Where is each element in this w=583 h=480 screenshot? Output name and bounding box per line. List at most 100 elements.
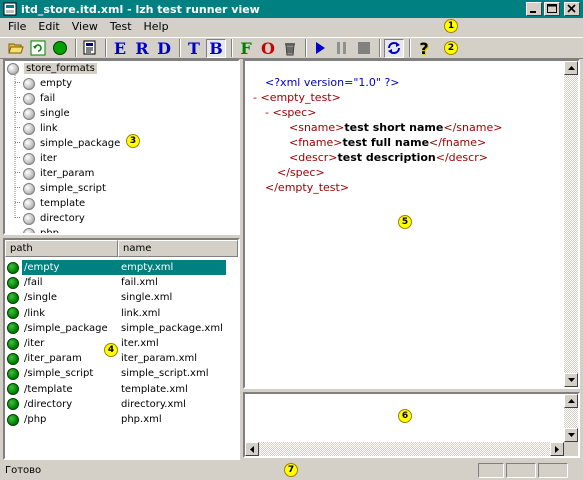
- output-horizontal-scrollbar[interactable]: [245, 442, 564, 456]
- collapse-toggle[interactable]: -: [265, 106, 269, 119]
- node-icon: [7, 62, 19, 75]
- refresh-button[interactable]: [28, 39, 48, 58]
- node-icon: [23, 107, 35, 120]
- e-button[interactable]: E: [110, 39, 130, 58]
- tree-item[interactable]: link: [23, 121, 58, 136]
- table-row[interactable]: /directory directory.xml: [7, 397, 226, 412]
- pause-icon: [337, 42, 346, 54]
- close-icon: [567, 4, 576, 13]
- node-icon: [23, 122, 35, 135]
- path-cell: /simple_script: [24, 368, 94, 380]
- r-button[interactable]: R: [132, 39, 152, 58]
- node-icon: [23, 77, 35, 90]
- f-button[interactable]: F: [236, 39, 256, 58]
- table-row[interactable]: /simple_script simple_script.xml: [7, 366, 226, 381]
- tree-item-label: directory: [40, 213, 85, 224]
- table-row[interactable]: /link link.xml: [7, 306, 226, 321]
- loop-button[interactable]: [384, 38, 404, 58]
- app-icon: [3, 2, 17, 16]
- name-cell: simple_script.xml: [121, 368, 209, 380]
- menu-bar: File Edit View Test Help: [0, 18, 583, 36]
- table-row[interactable]: /single single.xml: [7, 290, 226, 305]
- column-header-name[interactable]: name: [118, 240, 238, 257]
- minimize-button[interactable]: [526, 2, 542, 16]
- tree-item[interactable]: iter_param: [23, 166, 94, 181]
- tree-item[interactable]: fail: [23, 91, 55, 106]
- name-cell: template.xml: [121, 383, 188, 395]
- arrow-right-icon: [555, 445, 559, 453]
- menu-file[interactable]: File: [2, 19, 32, 35]
- scroll-up-button[interactable]: [564, 394, 578, 408]
- tree-item-label: link: [40, 123, 58, 134]
- status-pane: [538, 462, 568, 478]
- menu-edit[interactable]: Edit: [32, 19, 65, 35]
- help-button[interactable]: ?: [414, 39, 434, 58]
- table-row[interactable]: /fail fail.xml: [7, 275, 226, 290]
- table-row[interactable]: /empty empty.xml: [7, 260, 226, 275]
- arrow-up-icon: [567, 399, 575, 403]
- o-button[interactable]: O: [258, 39, 278, 58]
- stop-button[interactable]: [354, 39, 374, 58]
- tree-item[interactable]: template: [23, 196, 85, 211]
- xml-sname-open: <sname>: [289, 121, 345, 134]
- scroll-up-button[interactable]: [564, 61, 578, 75]
- scroll-down-button[interactable]: [564, 428, 578, 442]
- maximize-icon: [547, 4, 557, 13]
- table-row[interactable]: /simple_package simple_package.xml: [7, 321, 226, 336]
- tree-item[interactable]: simple_script: [23, 181, 106, 196]
- refresh-icon: [30, 40, 46, 56]
- collapse-toggle[interactable]: -: [253, 91, 257, 104]
- name-cell: fail.xml: [121, 277, 158, 289]
- node-icon: [23, 197, 35, 210]
- xml-vertical-scrollbar[interactable]: [564, 61, 578, 387]
- xml-descr-line: <descr>test description</descr>: [289, 150, 488, 165]
- tree-root[interactable]: store_formats: [7, 61, 97, 76]
- grid-header: path name: [5, 240, 238, 257]
- delete-button[interactable]: [280, 39, 300, 58]
- toolbar-separator: [75, 39, 77, 57]
- toolbar-separator: [105, 39, 107, 57]
- toolbar-separator: [231, 39, 233, 57]
- arrow-up-icon: [567, 66, 575, 70]
- table-row[interactable]: /php php.xml: [7, 412, 226, 427]
- menu-test[interactable]: Test: [104, 19, 138, 35]
- toolbar: E R D T B F O ?: [0, 37, 583, 59]
- scroll-right-button[interactable]: [550, 442, 564, 456]
- tree-item[interactable]: php: [23, 226, 59, 233]
- node-icon: [23, 182, 35, 195]
- tree-item[interactable]: single: [23, 106, 70, 121]
- t-button[interactable]: T: [184, 39, 204, 58]
- open-button[interactable]: [6, 39, 26, 58]
- close-button[interactable]: [564, 2, 580, 16]
- xml-spec-open-line: - <spec>: [265, 105, 316, 120]
- b-button[interactable]: B: [206, 38, 226, 58]
- pause-button[interactable]: [332, 39, 352, 58]
- path-cell: /single: [24, 292, 57, 304]
- properties-icon: [83, 40, 96, 55]
- xml-spec-close-tag: </spec>: [277, 166, 325, 179]
- tree-item[interactable]: iter: [23, 151, 57, 166]
- maximize-button[interactable]: [544, 2, 560, 16]
- run-button[interactable]: [50, 39, 70, 58]
- callout-badge-3: 3: [126, 134, 140, 148]
- xml-descr-close: </descr>: [435, 151, 488, 164]
- column-header-path[interactable]: path: [5, 240, 118, 257]
- d-button[interactable]: D: [154, 39, 174, 58]
- callout-badge-2: 2: [444, 41, 458, 55]
- scroll-left-button[interactable]: [245, 442, 259, 456]
- tree-item[interactable]: directory: [23, 211, 85, 226]
- arrow-down-icon: [567, 433, 575, 437]
- node-icon: [23, 137, 35, 150]
- menu-view[interactable]: View: [66, 19, 104, 35]
- table-row[interactable]: /template template.xml: [7, 382, 226, 397]
- tree-item[interactable]: empty: [23, 76, 72, 91]
- scroll-down-button[interactable]: [564, 373, 578, 387]
- tree-item-label: iter: [40, 153, 57, 164]
- play-button[interactable]: [310, 39, 330, 58]
- menu-help[interactable]: Help: [138, 19, 175, 35]
- output-vertical-scrollbar[interactable]: [564, 394, 578, 442]
- tree-item[interactable]: simple_package: [23, 136, 120, 151]
- properties-button[interactable]: [80, 39, 100, 58]
- status-ok-icon: [7, 276, 19, 289]
- status-ok-icon: [7, 291, 19, 304]
